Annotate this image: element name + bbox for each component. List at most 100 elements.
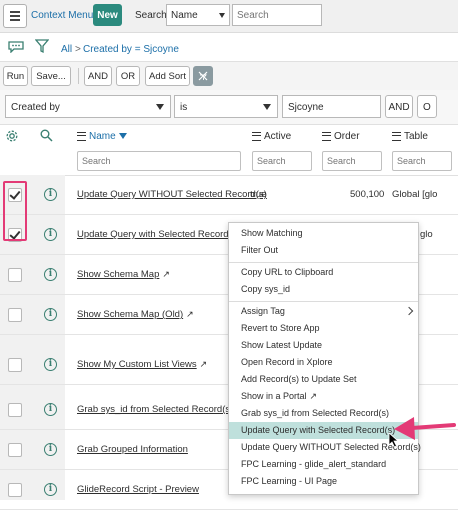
menu-item-show-matching[interactable]: Show Matching — [229, 225, 418, 242]
condition-row: Created by is Sjcoyne AND O — [0, 90, 458, 125]
info-icon[interactable]: i — [44, 308, 57, 321]
external-link-icon: ↗ — [309, 391, 318, 401]
breadcrumb-bar: All > Created by = Sjcoyne — [0, 33, 458, 61]
row-name-link[interactable]: Grab Grouped Information — [77, 444, 188, 455]
condition-field-value: Created by — [11, 102, 60, 113]
sort-descending-icon — [118, 133, 127, 140]
row-checkbox[interactable] — [8, 443, 22, 457]
column-search-row — [0, 147, 458, 176]
row-table-value: glo — [420, 229, 433, 240]
mouse-cursor-icon — [388, 432, 400, 448]
info-icon[interactable]: i — [44, 443, 57, 456]
table-search-input[interactable] — [392, 151, 452, 171]
menu-item-fpc-glide-alert-standard[interactable]: FPC Learning - glide_alert_standard — [229, 456, 418, 473]
top-bar: Context Menus New Search Name — [0, 0, 458, 33]
external-link-icon: ↗ — [186, 309, 194, 319]
chevron-right-icon — [404, 306, 414, 316]
column-header-row: Name Active Order Table — [0, 125, 458, 147]
info-icon[interactable]: i — [44, 228, 57, 241]
row-checkbox[interactable] — [8, 268, 22, 282]
toolbar-divider — [78, 68, 79, 84]
checkbox-annotation-highlight — [3, 181, 27, 241]
add-sort-button[interactable]: Add Sort — [145, 66, 190, 86]
breadcrumb-separator: > — [75, 44, 81, 55]
search-field-value: Name — [171, 10, 198, 21]
hamburger-icon[interactable] — [3, 4, 27, 28]
menu-item-assign-tag[interactable]: Assign Tag — [229, 303, 418, 320]
column-menu-icon[interactable] — [77, 131, 86, 141]
active-search-input[interactable] — [252, 151, 312, 171]
filter-toolbar: Run Save... AND OR Add Sort — [0, 61, 458, 91]
row-checkbox[interactable] — [8, 358, 22, 372]
row-checkbox[interactable] — [8, 403, 22, 417]
new-button[interactable]: New — [93, 4, 122, 26]
chevron-down-icon — [263, 104, 271, 110]
row-name-link[interactable]: Show Schema Map (Old) ↗ — [77, 309, 194, 320]
condition-or-button[interactable]: O — [417, 95, 437, 118]
row-order-value: 500,100 — [350, 189, 385, 200]
row-name-link[interactable]: Show Schema Map ↗ — [77, 269, 170, 280]
run-button[interactable]: Run — [3, 66, 28, 86]
menu-item-add-to-update-set[interactable]: Add Record(s) to Update Set — [229, 371, 418, 388]
condition-and-button[interactable]: AND — [385, 95, 413, 118]
row-checkbox[interactable] — [8, 308, 22, 322]
menu-item-show-in-portal[interactable]: Show in a Portal ↗ — [229, 388, 418, 405]
filter-icon[interactable] — [35, 39, 49, 54]
menu-item-open-in-xplore[interactable]: Open Record in Xplore — [229, 354, 418, 371]
save-button[interactable]: Save... — [31, 66, 71, 86]
info-icon[interactable]: i — [44, 188, 57, 201]
row-name-link[interactable]: GlideRecord Script - Preview — [77, 484, 199, 495]
menu-item-show-latest-update[interactable]: Show Latest Update — [229, 337, 418, 354]
menu-item-copy-url[interactable]: Copy URL to Clipboard — [229, 264, 418, 281]
column-header-name[interactable]: Name — [77, 131, 127, 142]
order-search-input[interactable] — [322, 151, 382, 171]
breadcrumb-all[interactable]: All — [61, 44, 72, 55]
row-checkbox[interactable] — [8, 483, 22, 497]
chevron-down-icon — [156, 104, 164, 110]
and-button[interactable]: AND — [84, 66, 112, 86]
column-header-active[interactable]: Active — [252, 131, 291, 142]
menu-item-revert-to-store-app[interactable]: Revert to Store App — [229, 320, 418, 337]
info-icon[interactable]: i — [44, 358, 57, 371]
row-table-value: Global [glo — [392, 189, 438, 200]
list-title[interactable]: Context Menus — [31, 10, 98, 21]
condition-value-input[interactable]: Sjcoyne — [282, 95, 381, 118]
column-header-table[interactable]: Table — [392, 131, 428, 142]
info-icon[interactable]: i — [44, 483, 57, 496]
condition-operator-value: is — [180, 102, 188, 113]
chevron-down-icon — [219, 13, 225, 18]
chat-icon[interactable] — [8, 41, 24, 53]
external-link-icon: ↗ — [162, 269, 170, 279]
info-icon[interactable]: i — [44, 403, 57, 416]
or-button[interactable]: OR — [116, 66, 140, 86]
menu-divider — [229, 301, 418, 302]
column-menu-icon[interactable] — [322, 131, 331, 141]
search-label: Search — [135, 10, 167, 21]
search-field-select[interactable]: Name — [166, 4, 230, 26]
column-header-order[interactable]: Order — [322, 131, 360, 142]
condition-field-select[interactable]: Created by — [5, 95, 171, 118]
menu-item-copy-sys-id[interactable]: Copy sys_id — [229, 281, 418, 298]
clear-filter-button[interactable] — [193, 66, 213, 86]
row-active-value: true — [250, 189, 267, 200]
menu-item-filter-out[interactable]: Filter Out — [229, 242, 418, 259]
row-name-link[interactable]: Update Query WITHOUT Selected Record(s) — [77, 189, 267, 200]
column-menu-icon[interactable] — [392, 131, 401, 141]
gear-icon[interactable] — [5, 129, 19, 143]
search-input[interactable] — [232, 4, 322, 26]
search-icon[interactable] — [40, 129, 53, 142]
info-icon[interactable]: i — [44, 268, 57, 281]
name-search-input[interactable] — [77, 151, 241, 171]
menu-item-fpc-ui-page[interactable]: FPC Learning - UI Page — [229, 473, 418, 490]
breadcrumb-filter[interactable]: Created by = Sjcoyne — [83, 44, 179, 55]
row-name-link[interactable]: Update Query with Selected Record(s) — [77, 229, 240, 240]
context-menu: Show Matching Filter Out Copy URL to Cli… — [228, 222, 421, 495]
row-name-link[interactable]: Grab sys_id from Selected Record(s) — [77, 404, 233, 415]
menu-divider — [229, 262, 418, 263]
table-row[interactable]: i Update Query WITHOUT Selected Record(s… — [0, 175, 458, 215]
external-link-icon: ↗ — [199, 359, 208, 369]
condition-operator-select[interactable]: is — [174, 95, 278, 118]
column-menu-icon[interactable] — [252, 131, 261, 141]
filter-clear-icon — [198, 71, 208, 81]
row-name-link[interactable]: Show My Custom List Views ↗ — [77, 359, 207, 370]
